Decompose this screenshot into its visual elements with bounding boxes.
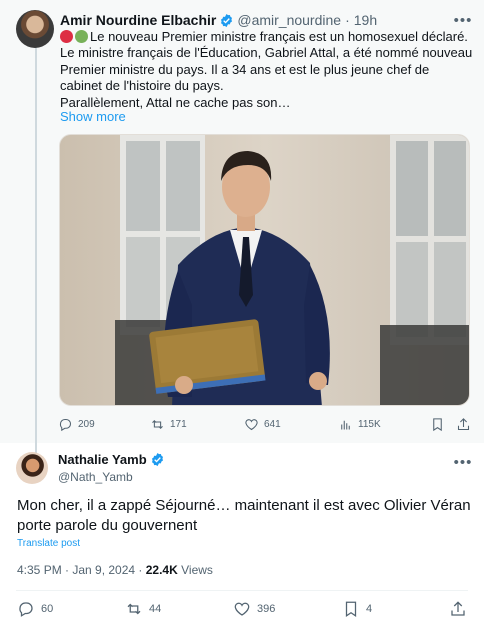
- like-count: 641: [264, 419, 281, 430]
- verified-badge-icon: [151, 452, 163, 467]
- author-name[interactable]: Amir Nourdine Elbachir: [60, 12, 216, 28]
- views-count: 115K: [358, 419, 381, 430]
- text-line-2: Le ministre français de l'Éducation, Gab…: [60, 45, 473, 94]
- more-options-icon[interactable]: •••: [453, 452, 473, 472]
- reply-icon: [59, 418, 72, 432]
- bookmark-button[interactable]: 4: [342, 600, 372, 618]
- author-handle[interactable]: @amir_nourdine: [237, 12, 341, 28]
- share-button[interactable]: [456, 417, 476, 432]
- repost-button[interactable]: 171: [150, 417, 187, 432]
- repost-count: 44: [149, 603, 162, 615]
- heart-icon: [234, 602, 250, 616]
- bookmark-button[interactable]: [430, 417, 450, 432]
- thread-line: [35, 45, 37, 465]
- views-button[interactable]: 115K: [338, 417, 381, 432]
- tweet-text: Le nouveau Premier ministre français est…: [60, 29, 474, 111]
- views-label: Views: [177, 563, 213, 577]
- green-circle-emoji-icon: [75, 30, 88, 43]
- tweet-image[interactable]: [59, 134, 470, 406]
- tweet-text: Mon cher, il a zappé Séjourné… maintenan…: [17, 497, 471, 534]
- tweet-time[interactable]: 19h: [354, 12, 377, 28]
- reply-count: 60: [41, 603, 54, 615]
- bookmark-icon: [433, 418, 442, 432]
- like-button[interactable]: 396: [233, 600, 275, 618]
- bookmark-count: 4: [366, 603, 373, 615]
- photo-man-in-suit-icon: [60, 135, 469, 405]
- avatar[interactable]: [16, 10, 54, 48]
- tweet-actions: 209 171 641 115K: [58, 417, 474, 435]
- verified-badge-icon: [221, 13, 233, 27]
- avatar[interactable]: [16, 452, 48, 484]
- repost-count: 171: [170, 419, 187, 430]
- heart-icon: [245, 419, 258, 431]
- author-name[interactable]: Nathalie Yamb: [58, 452, 147, 467]
- tweet-timestamp[interactable]: 4:35 PM · Jan 9, 2024 ·: [17, 563, 146, 577]
- tweet-meta: 4:35 PM · Jan 9, 2024 · 22.4K Views: [17, 563, 213, 577]
- separator: ·: [345, 12, 350, 28]
- reply-count: 209: [78, 419, 95, 430]
- analytics-icon: [341, 420, 350, 430]
- author-handle[interactable]: @Nath_Yamb: [58, 470, 133, 484]
- repost-button[interactable]: 44: [125, 600, 161, 618]
- repost-icon: [152, 419, 163, 430]
- red-circle-emoji-icon: [60, 30, 73, 43]
- views-count: 22.4K: [145, 563, 178, 577]
- bookmark-icon: [345, 601, 357, 617]
- like-button[interactable]: 641: [244, 417, 281, 432]
- show-more-link[interactable]: Show more: [60, 109, 126, 124]
- text-line-1: Le nouveau Premier ministre français est…: [60, 29, 474, 45]
- share-button[interactable]: [449, 600, 473, 618]
- tweet-header: Amir Nourdine Elbachir @amir_nourdine · …: [60, 11, 377, 29]
- like-count: 396: [257, 603, 276, 615]
- more-options-icon[interactable]: •••: [453, 10, 473, 30]
- repost-icon: [127, 603, 141, 615]
- reply-button[interactable]: 209: [58, 417, 95, 432]
- parent-tweet[interactable]: Amir Nourdine Elbachir @amir_nourdine · …: [0, 0, 484, 465]
- reply-button[interactable]: 60: [17, 600, 53, 618]
- divider: [16, 590, 468, 591]
- share-icon: [451, 601, 465, 616]
- tweet-actions: 60 44 396 4: [17, 600, 469, 620]
- reply-icon: [19, 602, 33, 617]
- translate-post-link[interactable]: Translate post: [17, 538, 80, 549]
- author-name-row: Nathalie Yamb: [58, 452, 168, 467]
- share-icon: [457, 418, 470, 431]
